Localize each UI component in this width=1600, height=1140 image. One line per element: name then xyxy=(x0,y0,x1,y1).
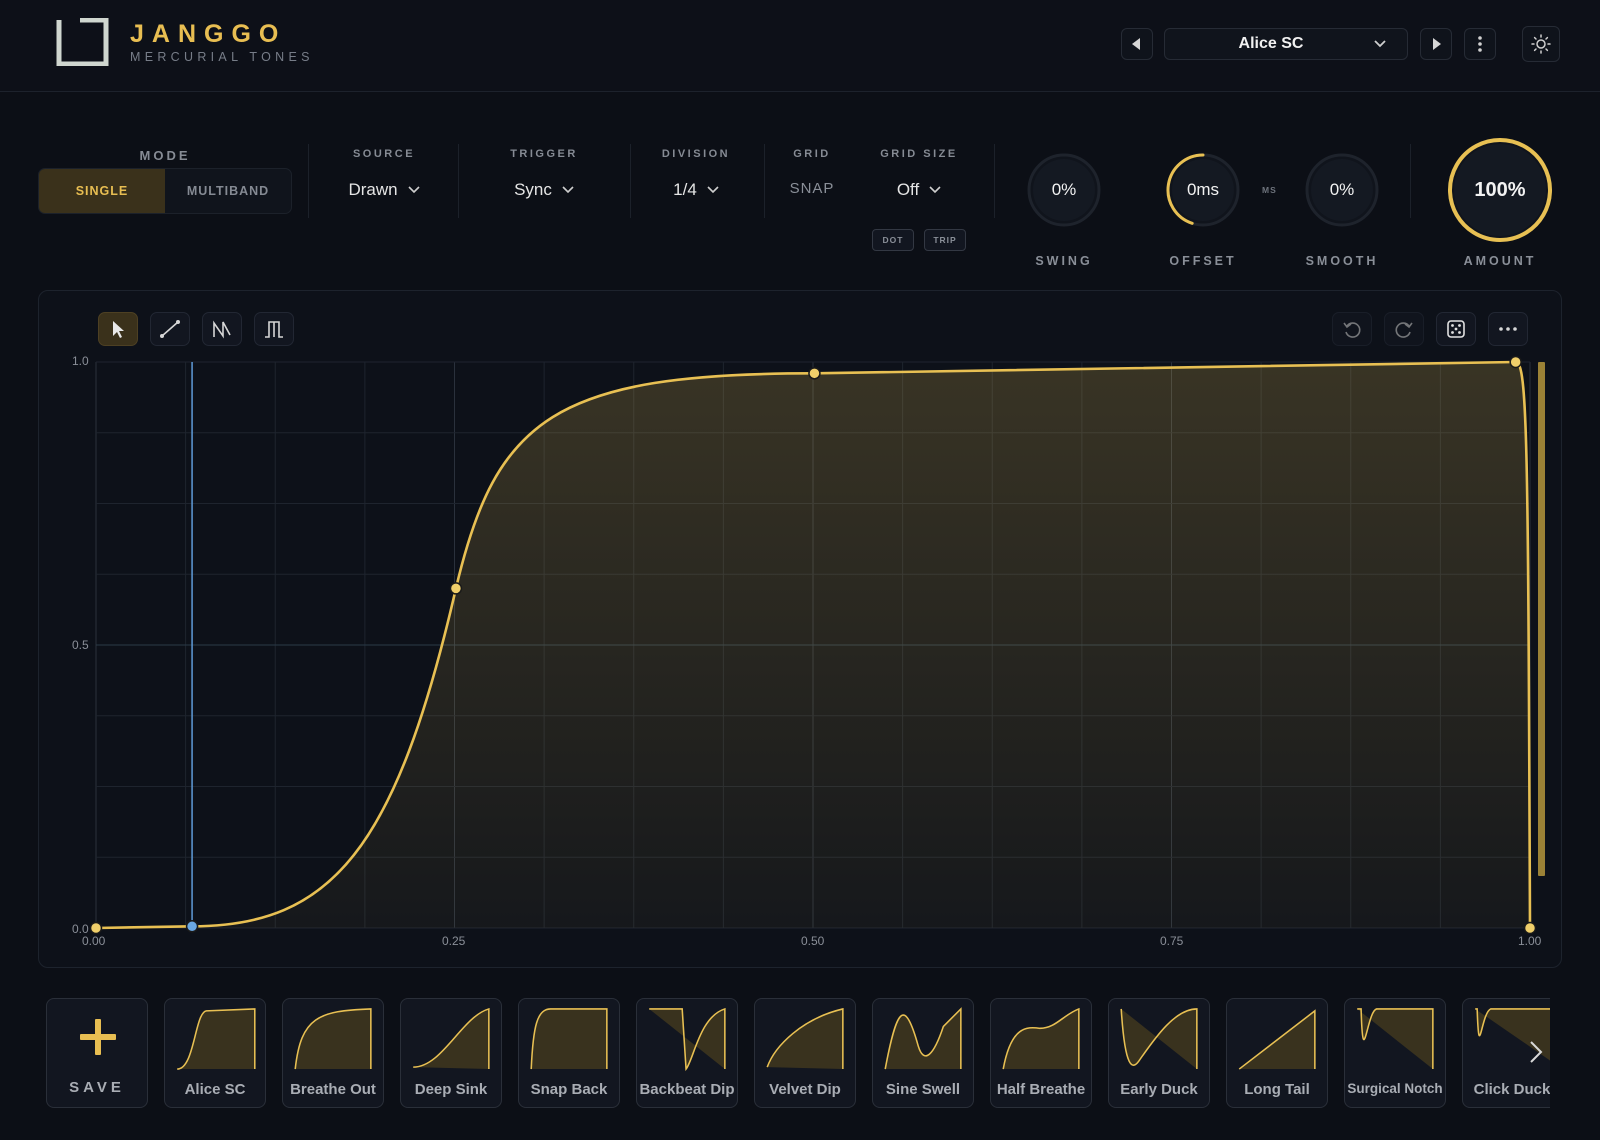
preset-shape-icon xyxy=(1357,1008,1434,1070)
preset-shape-icon xyxy=(1002,1007,1080,1070)
preset-shape-icon xyxy=(1120,1008,1198,1070)
preset-card[interactable]: Early Duck xyxy=(1108,998,1210,1108)
preset-name: Long Tail xyxy=(1244,1081,1310,1098)
preset-strip: Alice SC Breathe Out Deep Sink Snap Back Bac… xyxy=(0,0,1550,1140)
preset-card[interactable]: Backbeat Dip xyxy=(636,998,738,1108)
scroll-presets-right-button[interactable] xyxy=(1516,1030,1556,1074)
preset-card[interactable]: Breathe Out xyxy=(282,998,384,1108)
preset-shape-icon xyxy=(294,1008,372,1070)
preset-shape-icon xyxy=(413,1007,490,1070)
preset-name: Early Duck xyxy=(1120,1081,1198,1098)
preset-card[interactable]: Sine Swell xyxy=(872,998,974,1108)
preset-name: Half Breathe xyxy=(996,1081,1086,1098)
preset-name: Velvet Dip xyxy=(769,1081,841,1098)
preset-name: Breathe Out xyxy=(290,1081,376,1098)
preset-name: Sine Swell xyxy=(885,1081,961,1098)
preset-card[interactable]: Alice SC xyxy=(164,998,266,1108)
preset-name: Deep Sink xyxy=(414,1081,488,1098)
preset-name: Surgical Notch xyxy=(1347,1081,1443,1096)
preset-name: Snap Back xyxy=(530,1081,608,1098)
preset-shape-icon xyxy=(766,1007,844,1070)
preset-shape-icon xyxy=(1238,1009,1316,1070)
preset-card[interactable]: Velvet Dip xyxy=(754,998,856,1108)
preset-card[interactable]: Surgical Notch xyxy=(1344,998,1446,1108)
preset-shape-icon xyxy=(884,1007,962,1070)
preset-shape-icon xyxy=(530,1008,608,1070)
chevron-right-icon xyxy=(1530,1041,1543,1063)
preset-shape-icon xyxy=(649,1007,726,1071)
preset-name: Alice SC xyxy=(184,1081,246,1098)
preset-card[interactable]: Half Breathe xyxy=(990,998,1092,1108)
preset-card[interactable]: Snap Back xyxy=(518,998,620,1108)
preset-shape-icon xyxy=(177,1008,256,1070)
preset-card[interactable]: Long Tail xyxy=(1226,998,1328,1108)
preset-card[interactable]: Deep Sink xyxy=(400,998,502,1108)
preset-name: Backbeat Dip xyxy=(639,1081,735,1098)
preset-name: Click Duck xyxy=(1473,1081,1550,1098)
